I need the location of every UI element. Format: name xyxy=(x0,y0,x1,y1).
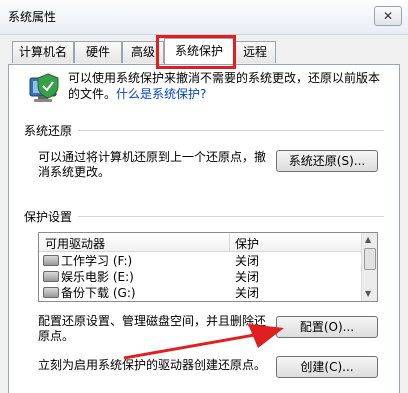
scroll-thumb[interactable] xyxy=(364,248,376,270)
column-separator xyxy=(229,233,230,251)
what-is-system-protection-link[interactable]: 什么是系统保护? xyxy=(116,87,206,101)
drive-list-scrollbar[interactable]: ▲ ▼ xyxy=(361,233,377,301)
drive-status: 关闭 xyxy=(235,254,260,268)
system-restore-description: 可以通过将计算机还原到上一个还原点，撤消系统更改。 xyxy=(38,150,267,179)
drive-icon xyxy=(43,287,59,298)
group-divider xyxy=(78,216,384,217)
close-icon: ✕ xyxy=(382,9,394,23)
intro-text: 可以使用系统保护来撤消不需要的系统更改，还原以前版本的文件。 xyxy=(68,71,381,101)
tab-remote[interactable]: 远程 xyxy=(234,41,276,63)
close-button[interactable]: ✕ xyxy=(374,6,402,26)
tab-computer-name[interactable]: 计算机名 xyxy=(12,41,74,63)
scroll-up-icon[interactable]: ▲ xyxy=(365,235,371,244)
drive-name: 娱乐电影 (E:) xyxy=(61,270,134,284)
drive-icon xyxy=(43,255,59,266)
computer-shield-icon xyxy=(29,73,59,102)
group-divider xyxy=(78,130,384,131)
drive-status: 关闭 xyxy=(235,270,260,284)
tab-system-protection[interactable]: 系统保护 xyxy=(164,38,234,64)
configure-button[interactable]: 配置(O)... xyxy=(276,316,378,338)
drive-list-header: 可用驱动器 保护 xyxy=(39,233,361,252)
create-button[interactable]: 创建(C)... xyxy=(276,356,378,378)
pointer-arrow-annotation xyxy=(123,324,284,360)
column-header-drive[interactable]: 可用驱动器 xyxy=(45,235,105,252)
intro-description: 可以使用系统保护来撤消不需要的系统更改，还原以前版本的文件。什么是系统保护? xyxy=(68,70,388,102)
window-title: 系统属性 xyxy=(8,10,57,24)
protection-settings-title: 保护设置 xyxy=(24,210,73,224)
column-header-protection[interactable]: 保护 xyxy=(235,235,259,252)
drive-list[interactable]: 可用驱动器 保护 工作学习 (F:) 关闭 娱乐电影 (E:) 关闭 备份下载 … xyxy=(38,232,378,302)
tab-advanced[interactable]: 高级 xyxy=(122,41,164,63)
tab-hardware[interactable]: 硬件 xyxy=(74,41,122,63)
drive-name: 备份下载 (G:) xyxy=(61,286,136,300)
drive-row[interactable]: 娱乐电影 (E:) 关闭 xyxy=(39,268,361,284)
system-restore-button[interactable]: 系统还原(S)... xyxy=(276,150,378,172)
drive-row[interactable]: 备份下载 (G:) 关闭 xyxy=(39,284,361,300)
title-bar: 系统属性 ✕ xyxy=(0,0,408,35)
drive-row[interactable]: 工作学习 (F:) 关闭 xyxy=(39,252,361,268)
scroll-down-icon[interactable]: ▼ xyxy=(365,289,371,298)
system-restore-title: 系统还原 xyxy=(24,124,73,138)
drive-status: 关闭 xyxy=(235,286,260,300)
drive-name: 工作学习 (F:) xyxy=(61,254,133,268)
drive-icon xyxy=(43,271,59,282)
